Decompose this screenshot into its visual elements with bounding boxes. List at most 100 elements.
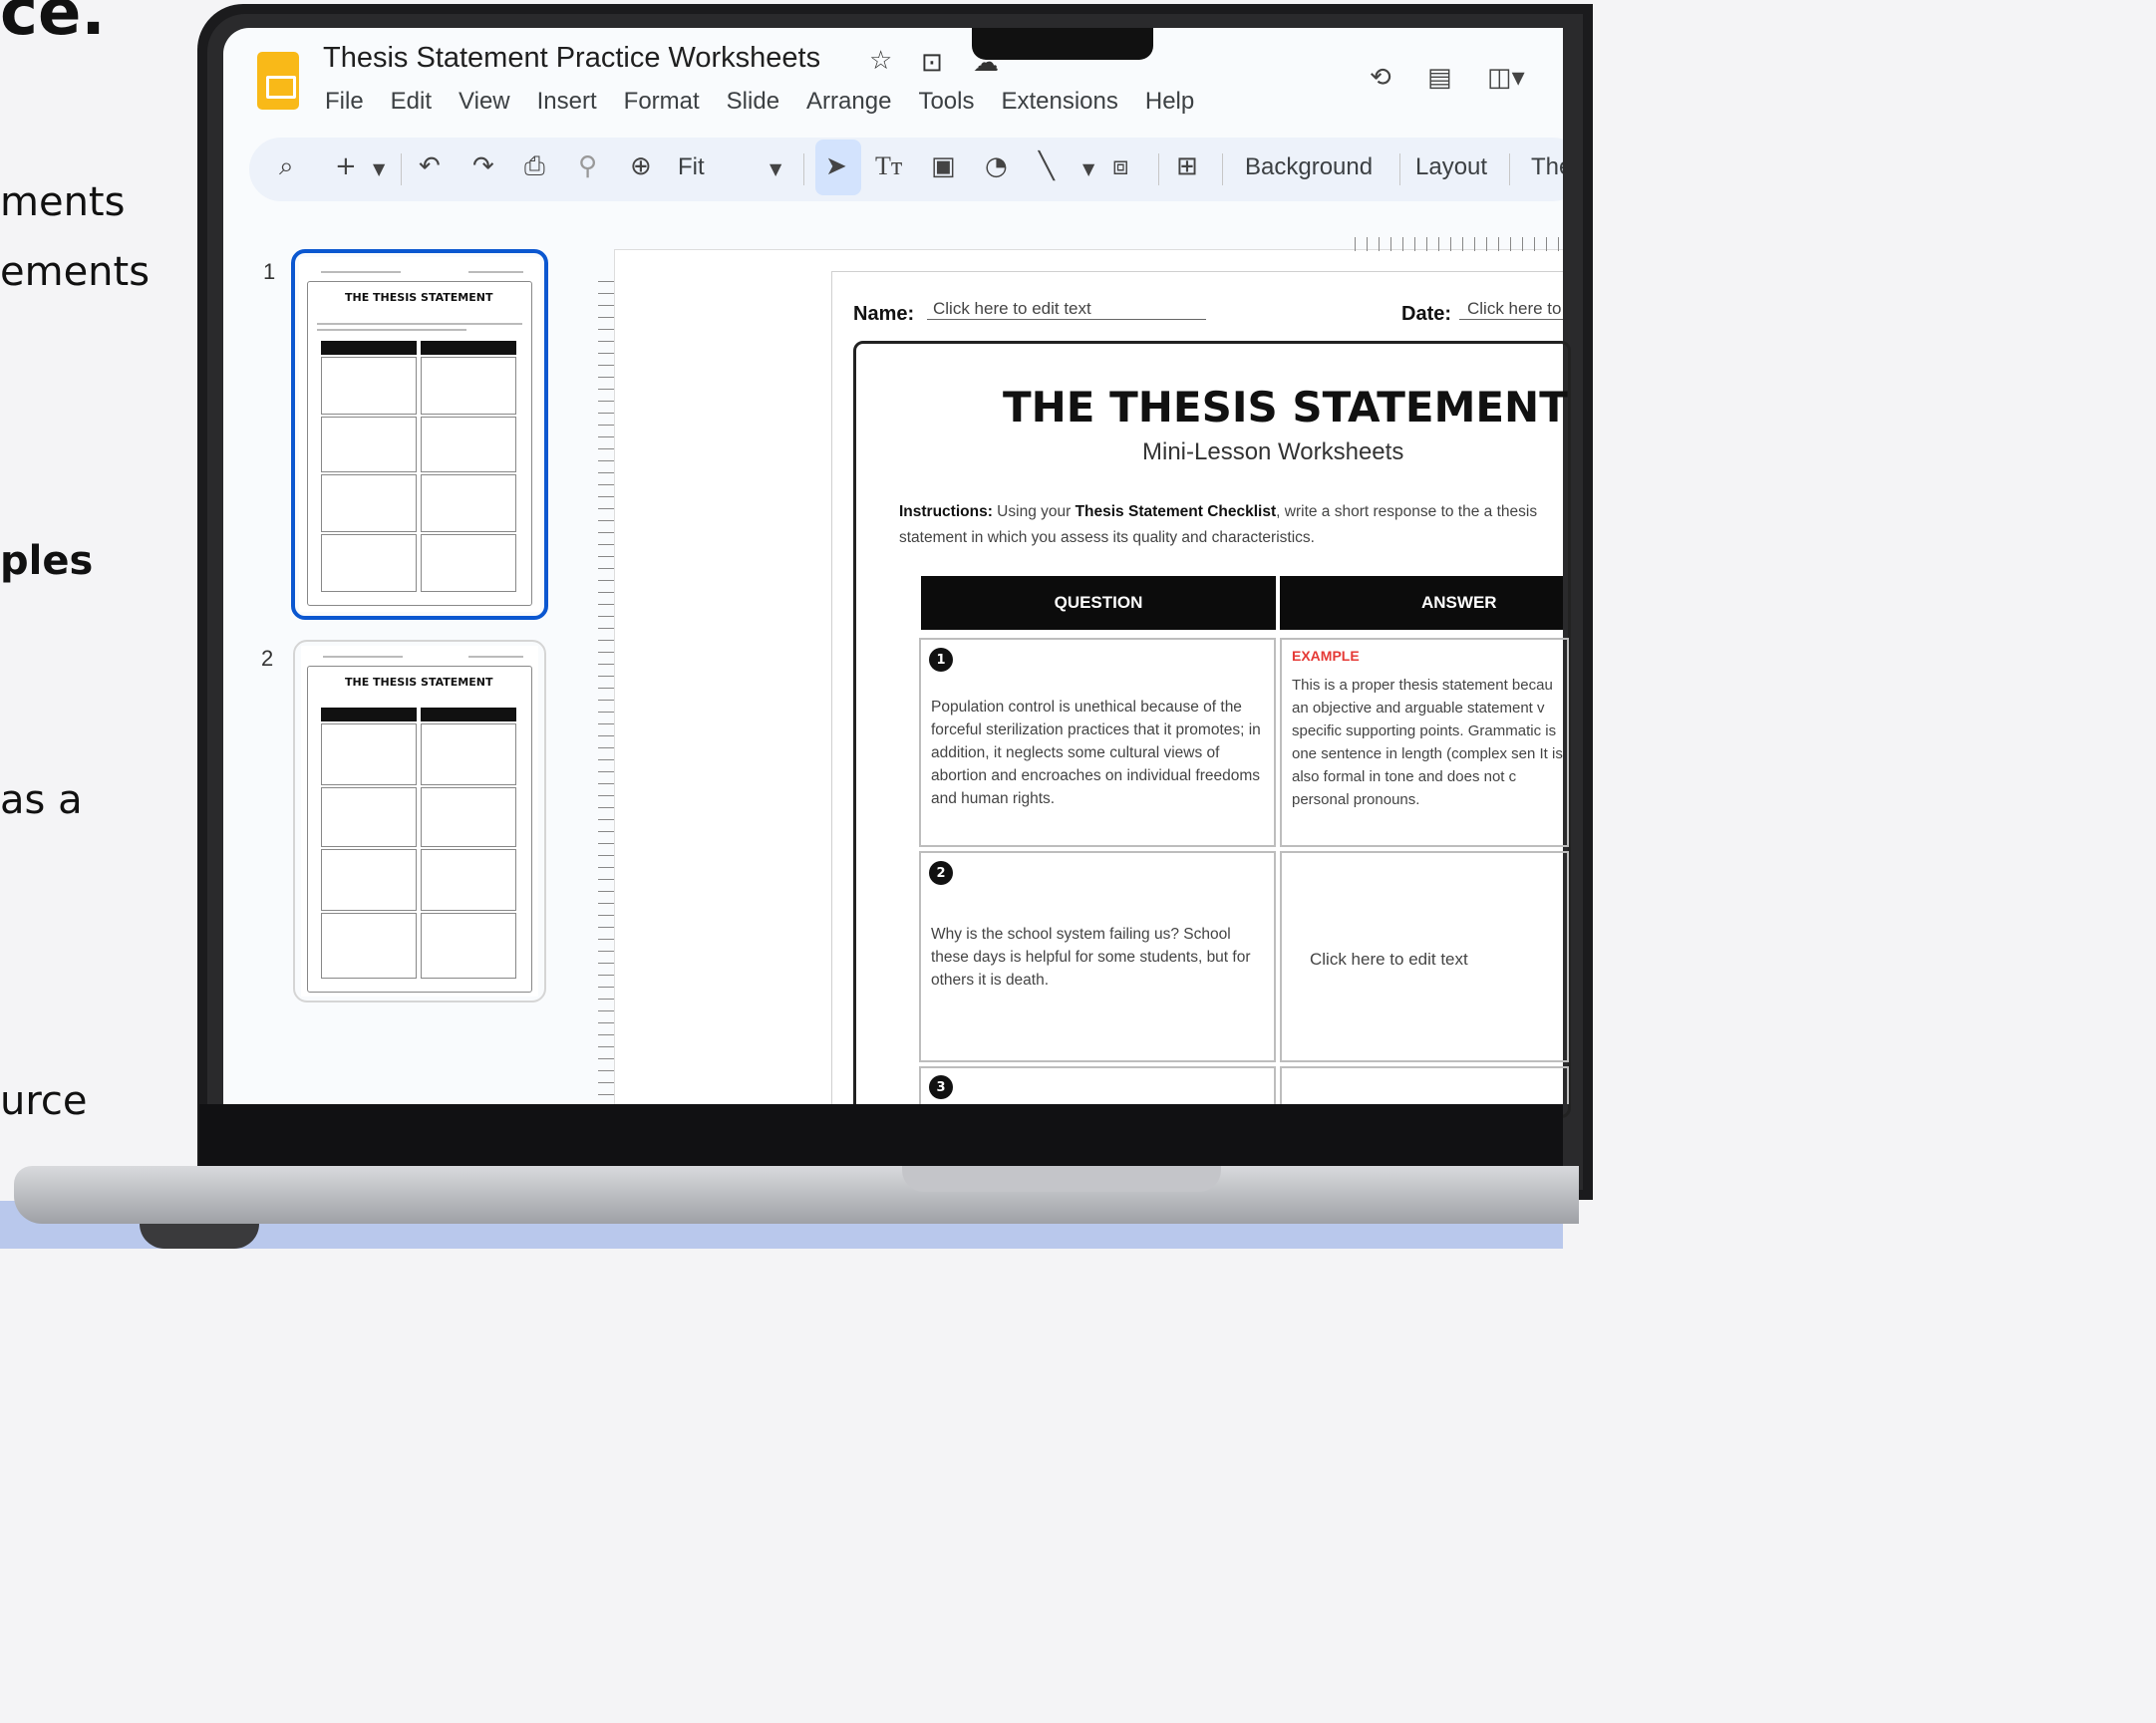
menu-view[interactable]: View — [459, 88, 510, 116]
instructions-lead: Instructions: — [899, 503, 993, 520]
new-slide-dropdown-icon[interactable]: ▼ — [373, 159, 385, 178]
toolbar-divider — [1158, 153, 1159, 185]
print-icon[interactable]: ⎙ — [524, 151, 545, 182]
thumb-date-line — [468, 271, 523, 273]
menu-help[interactable]: Help — [1145, 88, 1194, 116]
thumb-cell — [421, 417, 516, 472]
select-cursor-icon[interactable]: ➤ — [825, 151, 847, 181]
thumb-col-head — [321, 341, 417, 355]
menu-arrange[interactable]: Arrange — [806, 88, 891, 116]
shape-icon[interactable]: ◔ — [985, 151, 1008, 181]
toolbar-divider — [1399, 153, 1400, 185]
thumb-cell — [321, 723, 417, 785]
thumb-cell — [321, 913, 417, 979]
slide-number: 2 — [261, 646, 274, 671]
toolbar-divider — [1222, 153, 1223, 185]
menu-file[interactable]: File — [325, 88, 364, 116]
camera-notch — [972, 28, 1153, 60]
answer-cell-3[interactable] — [1280, 1066, 1569, 1104]
toolbar-divider — [401, 153, 402, 185]
thumb-name-line — [321, 271, 401, 273]
new-slide-icon[interactable]: + — [335, 151, 357, 181]
thumb-cell — [321, 357, 417, 415]
toolbar-divider — [803, 153, 804, 185]
toolbar-divider — [1509, 153, 1510, 185]
menu-bar: File Edit View Insert Format Slide Arran… — [325, 88, 1221, 116]
add-comment-icon[interactable]: ⊞ — [1176, 151, 1198, 181]
thumb-cell — [421, 357, 516, 415]
thumb-cell — [421, 723, 516, 785]
question-text-1[interactable]: Population control is unethical because … — [931, 696, 1266, 810]
name-field[interactable]: Click here to edit text — [927, 299, 1206, 320]
star-icon[interactable]: ☆ — [869, 46, 892, 76]
worksheet-subtitle[interactable]: Mini-Lesson Worksheets — [1142, 438, 1403, 466]
zoom-icon[interactable]: ⊕ — [630, 151, 652, 181]
headline-fragment: ce. — [0, 0, 106, 50]
row-number-badge: 1 — [929, 648, 953, 672]
video-icon[interactable]: ⧈ — [1112, 151, 1129, 182]
menu-edit[interactable]: Edit — [391, 88, 432, 116]
laptop-chin — [199, 1104, 1563, 1174]
checklist-name: Thesis Statement Checklist — [1075, 503, 1277, 520]
version-history-icon[interactable]: ⟲ — [1370, 63, 1391, 93]
menu-tools[interactable]: Tools — [918, 88, 974, 116]
thumb-cell — [421, 787, 516, 847]
thumb-cell — [321, 787, 417, 847]
menu-format[interactable]: Format — [624, 88, 700, 116]
worksheet-title[interactable]: THE THESIS STATEMENT — [1003, 383, 1568, 431]
answer-text-2[interactable]: Click here to edit text — [1310, 950, 1468, 970]
comments-icon[interactable]: ▤ — [1427, 63, 1452, 93]
background-button[interactable]: Background — [1245, 153, 1373, 181]
question-cell-3[interactable] — [919, 1066, 1276, 1104]
answer-column-header: ANSWER — [1280, 576, 1563, 630]
menu-insert[interactable]: Insert — [537, 88, 597, 116]
answer-text-1[interactable]: This is a proper thesis statement becau … — [1292, 674, 1563, 813]
text-fragment-bold: ples — [0, 538, 94, 584]
date-label: Date: — [1401, 303, 1452, 325]
layout-button[interactable]: Layout — [1415, 153, 1487, 181]
undo-icon[interactable]: ↶ — [419, 151, 441, 181]
date-field[interactable]: Click here to — [1459, 299, 1563, 320]
slides-logo-icon[interactable] — [257, 52, 299, 110]
line-dropdown-icon[interactable]: ▼ — [1082, 159, 1094, 178]
thumb-cell — [421, 534, 516, 592]
theme-button[interactable]: The — [1531, 153, 1563, 181]
row-number-badge: 2 — [929, 861, 953, 885]
thumb-date-line — [468, 656, 523, 658]
instructions-text: Using your — [992, 503, 1076, 520]
thumb-title: THE THESIS STATEMENT — [345, 291, 493, 304]
thumb-cell — [321, 849, 417, 911]
move-folder-icon[interactable]: ⊡ — [921, 48, 943, 78]
insert-image-icon[interactable]: ▣ — [931, 151, 956, 181]
question-column-header: QUESTION — [921, 576, 1276, 630]
vertical-ruler — [598, 281, 614, 1104]
line-icon[interactable]: ╲ — [1039, 151, 1055, 181]
menu-slide[interactable]: Slide — [727, 88, 779, 116]
worksheet-instructions[interactable]: Instructions: Using your Thesis Statemen… — [899, 499, 1567, 551]
text-fragment: ments — [0, 179, 126, 225]
name-label: Name: — [853, 303, 915, 325]
slide-number: 1 — [263, 259, 276, 284]
zoom-dropdown-icon[interactable]: ▼ — [770, 159, 781, 178]
redo-icon[interactable]: ↷ — [472, 151, 494, 181]
horizontal-ruler — [1355, 237, 1563, 251]
thumb-cell — [321, 417, 417, 472]
paint-format-icon[interactable]: ⚲ — [578, 151, 597, 181]
search-menus-icon[interactable]: ⌕ — [279, 151, 294, 182]
laptop-foot — [140, 1224, 259, 1249]
text-box-icon[interactable]: Tт — [875, 151, 902, 181]
thumb-cell — [421, 913, 516, 979]
example-label: EXAMPLE — [1292, 648, 1360, 664]
question-text-2[interactable]: Why is the school system failing us? Sch… — [931, 923, 1266, 992]
thumb-instr-line — [317, 329, 466, 331]
slide-thumbnail-1-page: THE THESIS STATEMENT — [299, 257, 540, 612]
zoom-select[interactable]: Fit — [678, 153, 705, 181]
meet-icon[interactable]: ◫▾ — [1487, 63, 1525, 93]
menu-extensions[interactable]: Extensions — [1001, 88, 1117, 116]
thumb-col-head — [321, 708, 417, 721]
thumb-cell — [321, 534, 417, 592]
laptop-base — [14, 1166, 1579, 1224]
thumb-cell — [421, 474, 516, 532]
thumb-instr-line — [317, 323, 522, 325]
document-title[interactable]: Thesis Statement Practice Worksheets — [323, 42, 820, 75]
